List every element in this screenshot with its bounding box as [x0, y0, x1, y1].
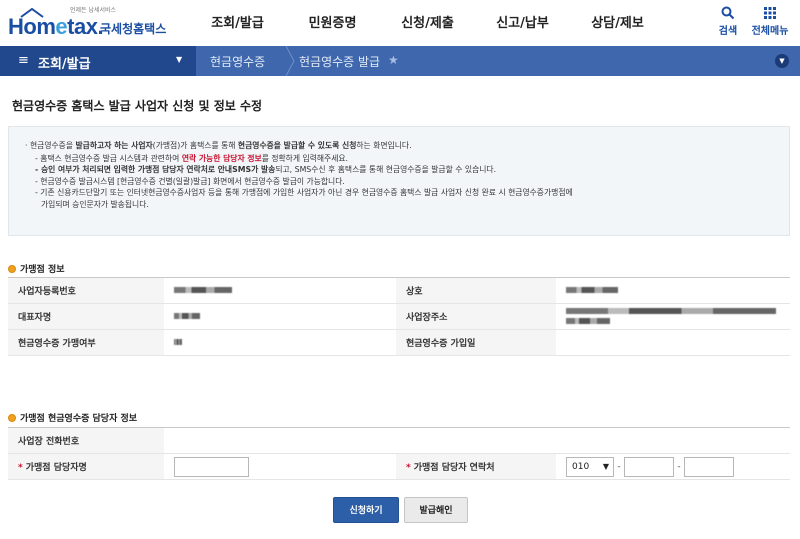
required-mark: *: [18, 463, 23, 473]
bullet-icon: [8, 414, 16, 422]
rep-value: [164, 303, 396, 330]
info-line-system: - 현금영수증 발급시스템 [현금영수증 건별(일괄)발급] 화면에서 현금영수…: [35, 176, 345, 186]
hometax-logo[interactable]: 언제든 납세서비스 Hometax. 국세청홈택스: [8, 6, 166, 40]
dash-separator: -: [617, 461, 621, 472]
dash-separator: -: [677, 461, 681, 472]
biz-no-value: [164, 277, 396, 304]
manager-name-input[interactable]: [174, 456, 249, 477]
merchant-info-table: 사업자등록번호 상호 대표자명 사업장주소 현금영수증 가맹여부 현금영수증 가…: [8, 277, 790, 356]
favorite-star-icon[interactable]: ★: [388, 53, 399, 67]
main-menu: 조회/발급 민원증명 신청/제출 신고/납부 상담/제보: [190, 0, 665, 46]
all-menu-button[interactable]: 전체메뉴: [748, 6, 792, 37]
info-line-existing-b: 가입되며 승인문자가 발송됩니다.: [41, 199, 149, 209]
info-line-sms: - 승인 여부가 처리되면 입력한 가맹점 담당자 연락처로 안내SMS가 발송…: [35, 165, 497, 174]
info-line-contact: - 홈택스 현금영수증 발급 시스템과 관련하여 연락 가능한 담당자 정보를 …: [35, 153, 349, 163]
logo-subtitle: 국세청홈택스: [100, 22, 167, 36]
cancel-issue-button[interactable]: 발급해인: [404, 497, 468, 523]
phone-last-input[interactable]: [684, 456, 734, 477]
menu-consult[interactable]: 상담/제보: [570, 0, 665, 46]
table-row: 사업자등록번호 상호: [8, 277, 790, 304]
page-title: 현금영수증 홈택스 발급 사업자 신청 및 정보 수정: [12, 99, 263, 113]
join-date-label: 현금영수증 가입일: [396, 329, 556, 356]
phone-value: [164, 427, 790, 454]
category-menu-dropdown[interactable]: ≡ 조회/발급 ▼: [0, 46, 196, 76]
company-label: 상호: [396, 277, 556, 304]
category-label: 조회/발급: [38, 57, 91, 72]
search-label: 검색: [718, 26, 738, 37]
expand-chevron-icon[interactable]: ▼: [775, 54, 789, 68]
merchant-section-title: 가맹점 정보: [8, 262, 65, 275]
company-value: [556, 277, 790, 304]
phone-prefix-select[interactable]: 010 ▼: [566, 456, 614, 477]
menu-report-pay[interactable]: 신고/납부: [475, 0, 570, 46]
contact-section-title: 가맹점 현금영수증 담당자 정보: [8, 411, 137, 424]
apply-button[interactable]: 신청하기: [333, 497, 399, 523]
table-row: 사업장 전화번호: [8, 427, 790, 454]
join-date-value: [556, 329, 790, 356]
menu-apply-submit[interactable]: 신청/제출: [380, 0, 475, 46]
hamburger-icon: ≡: [18, 53, 29, 68]
table-row: * 가맹점 담당자명 * 가맹점 담당자 연락처 010 ▼ - -: [8, 453, 790, 480]
menu-certificates[interactable]: 민원증명: [285, 0, 380, 46]
manager-contact-label: * 가맹점 담당자 연락처: [396, 453, 556, 480]
search-button[interactable]: 검색: [706, 6, 750, 37]
search-icon: [721, 6, 735, 20]
grid-menu-icon: [764, 7, 776, 19]
table-row: 대표자명 사업장주소: [8, 303, 790, 330]
manager-contact-cell: 010 ▼ - -: [556, 453, 790, 480]
info-box: · 현금영수증을 발급하고자 하는 사업자(가맹점)가 홈택스를 통해 현금영수…: [8, 126, 790, 236]
phone-middle-input[interactable]: [624, 456, 674, 477]
cash-member-value: [164, 329, 396, 356]
chevron-down-icon: ▼: [602, 461, 609, 471]
required-mark: *: [406, 463, 411, 473]
dropdown-arrow-icon: ▼: [176, 55, 183, 64]
breadcrumb-cash-receipt[interactable]: 현금영수증: [210, 53, 265, 70]
breadcrumb-cash-receipt-issue[interactable]: 현금영수증 발급: [299, 53, 380, 70]
info-lead: · 현금영수증을 발급하고자 하는 사업자(가맹점)가 홈택스를 통해 현금영수…: [25, 141, 412, 150]
location-bar: ≡ 조회/발급 ▼ 현금영수증 현금영수증 발급 ★ ▼: [0, 46, 800, 76]
table-row: 현금영수증 가맹여부 현금영수증 가입일: [8, 329, 790, 356]
all-menu-label: 전체메뉴: [751, 26, 789, 37]
info-line-existing-a: - 기존 신용카드단말기 또는 인터넷현금영수증사업자 등을 통해 가맹점에 가…: [35, 188, 573, 197]
logo-tagline: 언제든 납세서비스: [70, 7, 117, 14]
header: 언제든 납세서비스 Hometax. 국세청홈택스 조회/발급 민원증명 신청/…: [0, 0, 800, 46]
logo-wordmark: Hometax.: [8, 14, 104, 39]
menu-inquiry-issue[interactable]: 조회/발급: [190, 0, 285, 46]
manager-name-cell: [164, 453, 396, 480]
address-label: 사업장주소: [396, 303, 556, 330]
address-value: [556, 303, 790, 330]
biz-no-label: 사업자등록번호: [8, 277, 164, 304]
contact-info-table: 사업장 전화번호 * 가맹점 담당자명 * 가맹점 담당자 연락처 010 ▼ - -: [8, 427, 790, 480]
breadcrumb-separator-icon: [285, 46, 295, 76]
bullet-icon: [8, 265, 16, 273]
phone-label: 사업장 전화번호: [8, 427, 164, 454]
cash-member-label: 현금영수증 가맹여부: [8, 329, 164, 356]
rep-label: 대표자명: [8, 303, 164, 330]
manager-name-label: * 가맹점 담당자명: [8, 453, 164, 480]
